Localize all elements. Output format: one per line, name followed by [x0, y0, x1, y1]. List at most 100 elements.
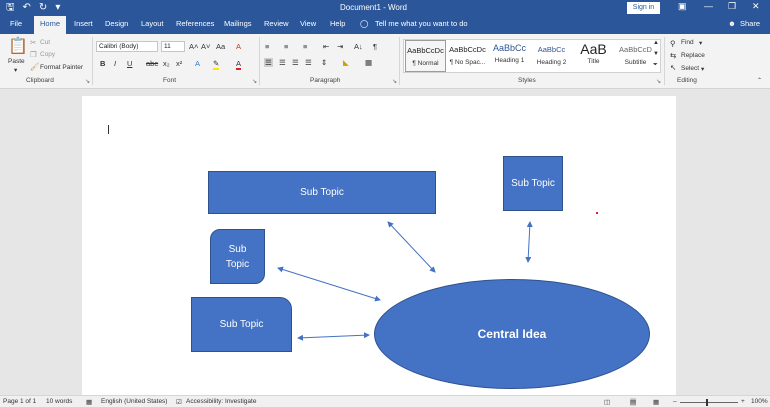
bold-button[interactable]: B [100, 59, 105, 68]
replace-button[interactable]: Replace [681, 52, 705, 59]
styles-scroll-up-icon[interactable]: ▲ [653, 39, 659, 48]
increase-indent-icon[interactable]: ⇥ [337, 42, 343, 51]
tab-file[interactable]: File [10, 19, 22, 28]
style-name: Heading 1 [494, 57, 525, 64]
multilevel-list-icon[interactable]: ≡ [303, 42, 307, 51]
style-name: Heading 2 [536, 59, 567, 66]
strikethrough-button[interactable]: abc [146, 59, 158, 68]
tab-review[interactable]: Review [264, 19, 289, 28]
tab-home[interactable]: Home [34, 16, 67, 34]
style-subtitle[interactable]: AaBbCcD Subtitle [615, 40, 656, 72]
align-center-icon[interactable]: ☰ [279, 58, 286, 67]
focus-icon[interactable]: ◫ [604, 398, 610, 406]
align-right-icon[interactable]: ☰ [292, 58, 299, 67]
zoom-in-button[interactable]: + [741, 398, 745, 405]
web-layout-icon[interactable]: ▦ [653, 398, 659, 406]
group-paragraph-label: Paragraph [310, 77, 341, 84]
numbering-icon[interactable]: ≡ [284, 42, 288, 51]
grow-font-icon[interactable]: A˄ [189, 42, 198, 51]
central-idea-ellipse[interactable]: Central Idea [374, 279, 650, 389]
styles-launcher-icon[interactable]: ↘ [656, 78, 661, 85]
language-status[interactable]: English (United States) [101, 398, 167, 405]
font-size-combo[interactable]: 11 [161, 41, 185, 52]
style-no-spacing[interactable]: AaBbCcDc ¶ No Spac... [447, 40, 488, 72]
find-button[interactable]: Find [681, 39, 694, 46]
subscript-button[interactable]: x₂ [163, 59, 170, 68]
styles-scroll-down-icon[interactable]: ▼ [653, 50, 659, 59]
redo-icon[interactable]: ↻ [39, 2, 47, 14]
line-spacing-icon[interactable]: ⇕ [321, 58, 327, 67]
restore-icon[interactable]: ❐ [728, 1, 736, 12]
change-case-icon[interactable]: Aa [216, 42, 225, 51]
tab-view[interactable]: View [300, 19, 316, 28]
sub-topic-shape[interactable]: Sub Topic [503, 156, 563, 211]
tab-references[interactable]: References [176, 19, 214, 28]
print-layout-icon[interactable]: ▤ [630, 398, 637, 406]
align-left-icon[interactable]: ☰ [264, 58, 273, 67]
font-family-combo[interactable]: Calibri (Body) [96, 41, 158, 52]
zoom-slider-thumb[interactable] [706, 399, 708, 406]
tab-layout[interactable]: Layout [141, 19, 164, 28]
save-icon[interactable]: 🖫 [6, 2, 15, 14]
sub-topic-shape[interactable]: Sub Topic [210, 229, 265, 284]
paste-button[interactable]: Paste [8, 58, 25, 65]
style-title[interactable]: AaB Title [573, 40, 614, 72]
document-page[interactable]: Sub Topic Sub Topic Sub Topic Sub Topic … [82, 96, 676, 395]
collapse-ribbon-icon[interactable]: ⌃ [757, 77, 762, 86]
ribbon-display-icon[interactable]: ▣ [678, 1, 687, 12]
close-icon[interactable]: ✕ [752, 1, 760, 12]
sub-topic-shape[interactable]: Sub Topic [208, 171, 436, 214]
accessibility-status[interactable]: Accessibility: Investigate [186, 398, 256, 405]
borders-icon[interactable]: ▦ [365, 58, 372, 67]
copy-icon: ❐ [30, 50, 37, 59]
show-marks-icon[interactable]: ¶ [373, 42, 377, 51]
customize-icon[interactable]: ▾ [55, 2, 60, 14]
undo-icon[interactable]: ↶ [23, 2, 31, 14]
word-count[interactable]: 10 words [46, 398, 72, 405]
highlight-icon[interactable]: ✎ [213, 59, 220, 70]
bullets-icon[interactable]: ≡ [265, 42, 269, 51]
font-launcher-icon[interactable]: ↘ [252, 78, 257, 85]
style-heading-2[interactable]: AaBbCc Heading 2 [531, 40, 572, 72]
style-normal[interactable]: AaBbCcDc ¶ Normal [405, 40, 446, 72]
tell-me-search[interactable]: Tell me what you want to do [375, 19, 468, 28]
zoom-level[interactable]: 100% [751, 398, 768, 405]
replace-icon: ⇆ [670, 51, 677, 60]
share-button[interactable]: Share [740, 19, 760, 28]
superscript-button[interactable]: x² [176, 59, 182, 68]
tab-insert[interactable]: Insert [74, 19, 93, 28]
tab-design[interactable]: Design [105, 19, 128, 28]
page-count[interactable]: Page 1 of 1 [3, 398, 36, 405]
underline-button[interactable]: U [127, 59, 132, 68]
font-color-icon[interactable]: A [236, 59, 242, 70]
paste-icon[interactable]: 📋 [8, 38, 28, 56]
shrink-font-icon[interactable]: A˅ [201, 42, 210, 51]
tab-mailings[interactable]: Mailings [224, 19, 252, 28]
sub-topic-shape[interactable]: Sub Topic [191, 297, 292, 352]
clipboard-launcher-icon[interactable]: ↘ [85, 78, 90, 85]
cut-button[interactable]: Cut [40, 39, 50, 46]
sort-icon[interactable]: A↓ [354, 42, 363, 51]
select-button[interactable]: Select [681, 65, 699, 72]
select-dropdown-icon[interactable]: ▾ [701, 65, 704, 73]
tab-help[interactable]: Help [330, 19, 345, 28]
style-heading-1[interactable]: AaBbCc Heading 1 [489, 40, 530, 72]
group-font-label: Font [163, 77, 177, 84]
zoom-out-button[interactable]: – [673, 398, 677, 405]
paragraph-launcher-icon[interactable]: ↘ [392, 78, 397, 85]
zoom-slider-track[interactable] [680, 402, 738, 403]
decrease-indent-icon[interactable]: ⇤ [323, 42, 329, 51]
justify-icon[interactable]: ☰ [305, 58, 312, 67]
copy-button[interactable]: Copy [40, 51, 55, 58]
sign-in-button[interactable]: Sign in [627, 2, 660, 14]
clear-formatting-icon[interactable]: A [236, 42, 241, 51]
text-effects-icon[interactable]: A [195, 59, 200, 68]
find-dropdown-icon[interactable]: ▾ [699, 39, 702, 47]
minimize-icon[interactable]: — [704, 1, 713, 11]
format-painter-button[interactable]: Format Painter [40, 64, 83, 71]
styles-more-icon[interactable]: ⏷ [653, 61, 658, 70]
paste-dropdown-icon[interactable]: ▾ [14, 66, 17, 74]
shading-icon[interactable]: ◣ [343, 58, 349, 67]
italic-button[interactable]: I [114, 59, 116, 68]
proofing-icon[interactable]: ▦ [86, 398, 92, 406]
